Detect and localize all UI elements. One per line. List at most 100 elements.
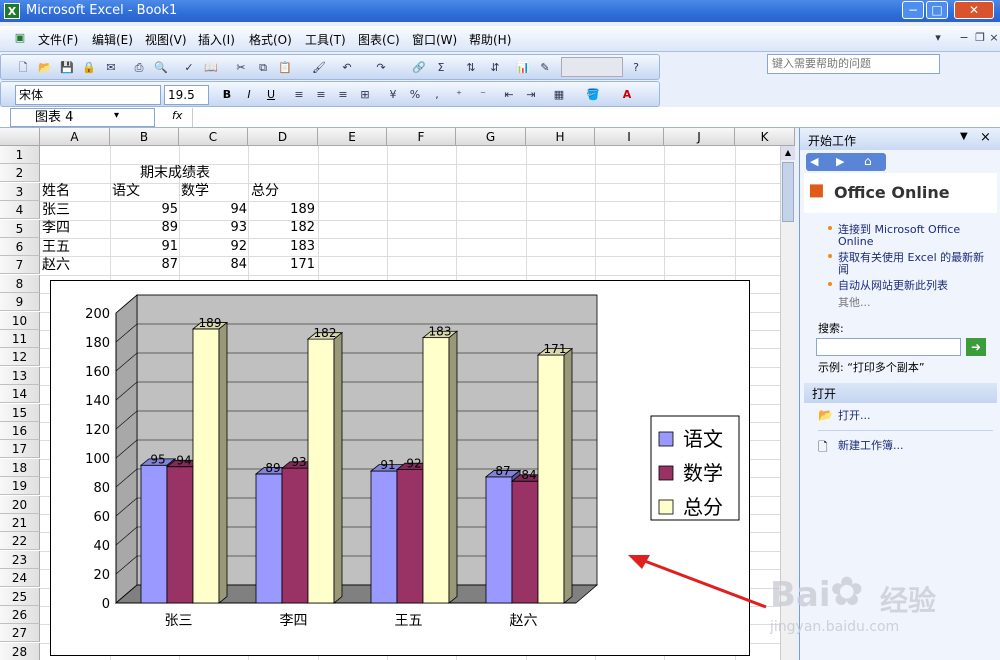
row-header-6[interactable]: 6 xyxy=(0,238,40,256)
header-name[interactable]: 姓名 xyxy=(42,182,70,200)
menu-insert[interactable]: 插入(I) xyxy=(198,31,235,48)
fx-icon[interactable]: fx xyxy=(172,109,182,122)
row-header-28[interactable]: 28 xyxy=(0,642,40,660)
name-box-dropdown-icon[interactable]: ▾ xyxy=(114,110,119,121)
sort-asc-icon[interactable]: ⇅ xyxy=(463,60,479,75)
row-header-2[interactable]: 2 xyxy=(0,164,40,183)
workbook-icon[interactable]: ▣ xyxy=(12,30,28,45)
menu-help[interactable]: 帮助(H) xyxy=(469,31,511,48)
back-icon[interactable]: ◀ xyxy=(810,155,818,168)
print-icon[interactable]: ⎙ xyxy=(131,60,147,75)
search-go-icon[interactable]: ➜ xyxy=(966,338,986,356)
underline-button[interactable]: U xyxy=(263,87,279,102)
minimize-button[interactable]: − xyxy=(902,1,924,19)
row-header-19[interactable]: 19 xyxy=(0,477,40,496)
cut-icon[interactable]: ✂ xyxy=(233,60,249,75)
row-header-16[interactable]: 16 xyxy=(0,422,40,440)
zoom-select[interactable] xyxy=(561,57,623,77)
row-header-25[interactable]: 25 xyxy=(0,587,40,606)
column-header-J[interactable]: J xyxy=(664,128,735,146)
task-pane-dropdown-icon[interactable]: ▼ xyxy=(960,131,968,142)
spelling-icon[interactable]: ✓ xyxy=(181,60,197,75)
cell-name[interactable]: 王五 xyxy=(42,238,70,256)
currency-icon[interactable]: ¥ xyxy=(385,87,401,102)
row-header-17[interactable]: 17 xyxy=(0,440,40,459)
increase-indent-icon[interactable]: ⇥ xyxy=(523,87,539,102)
link-connect-office[interactable]: 连接到 Microsoft Office Online xyxy=(838,224,993,248)
doc-minimize-button[interactable]: − xyxy=(956,30,972,45)
header-math[interactable]: 数学 xyxy=(181,182,209,200)
increase-decimal-icon[interactable]: ⁺ xyxy=(451,87,467,102)
cell-math[interactable]: 93 xyxy=(181,219,247,237)
align-center-icon[interactable]: ≡ xyxy=(313,87,329,102)
cell-total[interactable]: 182 xyxy=(251,219,315,237)
select-all-corner[interactable] xyxy=(0,128,40,146)
font-color-icon[interactable]: A xyxy=(619,87,635,102)
open-file-link[interactable]: 打开... xyxy=(838,410,993,422)
cell-math[interactable]: 92 xyxy=(181,238,247,256)
permission-icon[interactable]: 🔒 xyxy=(81,60,97,75)
row-header-27[interactable]: 27 xyxy=(0,624,40,643)
chart-wizard-icon[interactable]: 📊 xyxy=(515,60,531,75)
email-icon[interactable]: ✉ xyxy=(103,60,119,75)
help-dropdown-icon[interactable]: ▾ xyxy=(930,30,946,45)
save-icon[interactable]: 💾 xyxy=(59,60,75,75)
row-header-12[interactable]: 12 xyxy=(0,348,40,367)
link-more[interactable]: 其他... xyxy=(838,297,993,309)
menu-format[interactable]: 格式(O) xyxy=(249,31,292,48)
cell-name[interactable]: 李四 xyxy=(42,219,70,237)
close-button[interactable]: ✕ xyxy=(954,1,994,19)
cell-total[interactable]: 183 xyxy=(251,238,315,256)
name-box[interactable]: 图表 4 xyxy=(10,108,155,127)
column-header-A[interactable]: A xyxy=(40,128,110,146)
font-name-select[interactable]: 宋体 xyxy=(15,85,161,105)
office-online-banner[interactable]: ◼ Office Online xyxy=(804,173,997,213)
link-auto-update[interactable]: 自动从网站更新此列表 xyxy=(838,280,993,292)
task-pane-close-icon[interactable]: × xyxy=(980,130,991,145)
research-icon[interactable]: 📖 xyxy=(203,60,219,75)
scroll-up-icon[interactable]: ▲ xyxy=(781,146,795,160)
menu-file[interactable]: 文件(F) xyxy=(38,31,78,48)
comma-icon[interactable]: , xyxy=(429,87,445,102)
column-header-D[interactable]: D xyxy=(248,128,318,146)
help-icon[interactable]: ? xyxy=(628,60,644,75)
menu-edit[interactable]: 编辑(E) xyxy=(92,31,133,48)
row-header-4[interactable]: 4 xyxy=(0,201,40,220)
italic-button[interactable]: I xyxy=(241,87,257,102)
row-header-22[interactable]: 22 xyxy=(0,532,40,551)
cell-chinese[interactable]: 89 xyxy=(112,219,178,237)
column-header-I[interactable]: I xyxy=(595,128,664,146)
align-left-icon[interactable]: ≡ xyxy=(291,87,307,102)
undo-icon[interactable]: ↶ xyxy=(339,60,355,75)
format-painter-icon[interactable]: 🖌 xyxy=(311,60,327,75)
row-header-9[interactable]: 9 xyxy=(0,293,40,312)
row-header-21[interactable]: 21 xyxy=(0,514,40,532)
bold-button[interactable]: B xyxy=(219,87,235,102)
row-header-5[interactable]: 5 xyxy=(0,219,40,238)
cell-math[interactable]: 84 xyxy=(181,256,247,274)
column-header-E[interactable]: E xyxy=(318,128,387,146)
row-header-23[interactable]: 23 xyxy=(0,550,40,569)
hyperlink-icon[interactable]: 🔗 xyxy=(411,60,427,75)
row-header-8[interactable]: 8 xyxy=(0,274,40,293)
row-header-20[interactable]: 20 xyxy=(0,495,40,514)
borders-icon[interactable]: ▦ xyxy=(551,87,567,102)
forward-icon[interactable]: ▶ xyxy=(836,155,844,168)
row-header-7[interactable]: 7 xyxy=(0,256,40,275)
cell-chinese[interactable]: 95 xyxy=(112,201,178,219)
task-search-input[interactable] xyxy=(816,338,961,356)
column-header-C[interactable]: C xyxy=(179,128,248,146)
row-header-3[interactable]: 3 xyxy=(0,182,40,201)
row-header-13[interactable]: 13 xyxy=(0,366,40,385)
row-header-18[interactable]: 18 xyxy=(0,458,40,477)
header-total[interactable]: 总分 xyxy=(251,182,279,200)
sort-desc-icon[interactable]: ⇵ xyxy=(487,60,503,75)
open-icon[interactable]: 📂 xyxy=(37,60,53,75)
home-icon[interactable]: ⌂ xyxy=(864,154,872,168)
new-icon[interactable]: 🗋 xyxy=(15,60,31,75)
decrease-indent-icon[interactable]: ⇤ xyxy=(501,87,517,102)
scroll-thumb[interactable] xyxy=(782,162,794,222)
menu-window[interactable]: 窗口(W) xyxy=(412,31,457,48)
menu-chart[interactable]: 图表(C) xyxy=(358,31,400,48)
row-header-10[interactable]: 10 xyxy=(0,311,40,330)
